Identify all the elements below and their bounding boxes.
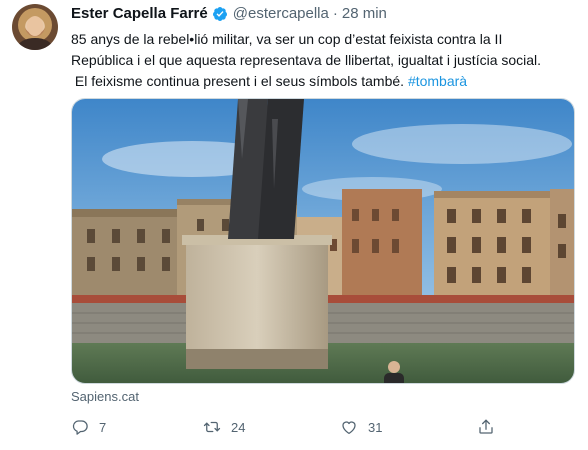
tweet-text-line: El feixisme continua present i el seus s…: [71, 71, 581, 92]
reply-count: 7: [99, 419, 107, 435]
tweet-text-line: República i el que aquesta representava …: [71, 52, 542, 68]
like-count: 31: [368, 419, 383, 435]
share-icon: [479, 419, 493, 434]
reply-icon: [72, 420, 88, 435]
like-button[interactable]: 31: [340, 414, 382, 440]
photo-monument-river: [72, 99, 574, 383]
link-card-source[interactable]: Sapiens.cat: [71, 389, 139, 404]
reply-button[interactable]: 7: [71, 414, 106, 440]
tweet-actions: 7 24 31: [71, 414, 511, 440]
retweet-count: 24: [231, 419, 246, 435]
link-card-image[interactable]: [71, 98, 575, 384]
tweet-timestamp[interactable]: 28 min: [342, 4, 387, 24]
retweet-icon: [203, 421, 221, 433]
retweet-button[interactable]: 24: [203, 414, 245, 440]
hashtag-link[interactable]: #tombarà: [408, 73, 467, 89]
tweet-text: 85 anys de la rebel•lió militar, va ser …: [71, 29, 581, 92]
tweet-header: Ester Capella Farré @estercapella · 28 m…: [71, 4, 579, 24]
tweet-text-line: 85 anys de la rebel•lió militar, va ser …: [71, 31, 503, 47]
share-button[interactable]: [477, 414, 495, 440]
tweet-content: Ester Capella Farré @estercapella · 28 m…: [71, 4, 579, 92]
avatar[interactable]: [12, 4, 58, 50]
heart-icon: [342, 421, 356, 435]
header-separator: ·: [332, 5, 338, 22]
author-handle[interactable]: @estercapella: [233, 4, 329, 24]
author-name[interactable]: Ester Capella Farré: [71, 4, 208, 24]
verified-badge-icon: [212, 6, 228, 22]
tweet-text-segment: El feixisme continua present i el seus s…: [71, 73, 408, 89]
tweet[interactable]: Ester Capella Farré @estercapella · 28 m…: [0, 0, 588, 450]
